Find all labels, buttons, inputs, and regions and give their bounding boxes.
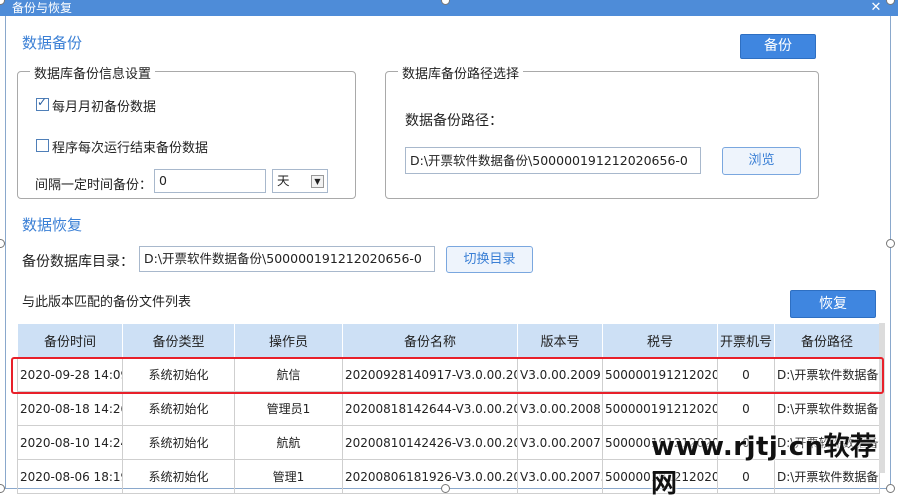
table-cell: 系统初始化 bbox=[122, 391, 235, 426]
column-header[interactable]: 版本号 bbox=[517, 323, 603, 358]
table-cell: V3.0.00.200716 bbox=[517, 425, 603, 460]
switch-directory-button[interactable]: 切换目录 bbox=[446, 246, 533, 273]
column-header[interactable]: 备份类型 bbox=[122, 323, 235, 358]
table-cell: V3.0.00.200915 bbox=[517, 357, 603, 392]
close-icon[interactable]: ✕ bbox=[868, 0, 884, 16]
restore-button[interactable]: 恢复 bbox=[790, 290, 876, 318]
table-cell: 航航 bbox=[234, 425, 343, 460]
backup-path-label: 数据备份路径： bbox=[405, 113, 503, 129]
exit-backup-label: 程序每次运行结束备份数据 bbox=[52, 141, 209, 156]
table-cell: 20200806181926-V3.0.00.200731-F bbox=[342, 459, 518, 494]
table-cell: 0 bbox=[717, 391, 775, 426]
table-cell: V3.0.00.200731 bbox=[517, 459, 603, 494]
table-cell: 2020-09-28 14:09:17 bbox=[17, 357, 123, 392]
table-cell: 系统初始化 bbox=[122, 425, 235, 460]
browse-button[interactable]: 浏览 bbox=[722, 147, 801, 175]
table-header-row: 备份时间 备份类型 操作员 备份名称 版本号 税号 开票机号 备份路径 bbox=[17, 323, 880, 358]
column-header[interactable]: 税号 bbox=[602, 323, 718, 358]
backup-path-input[interactable]: D:\开票软件数据备份\500000191212020656-0 bbox=[405, 147, 701, 174]
table-row[interactable]: 2020-08-18 14:26:44 系统初始化 管理员1 202008181… bbox=[17, 391, 880, 426]
resize-handle-middle-right[interactable] bbox=[886, 239, 895, 248]
table-cell: 航信 bbox=[234, 357, 343, 392]
table-cell: 500000191212020656 bbox=[602, 391, 718, 426]
backup-button[interactable]: 备份 bbox=[740, 34, 816, 59]
table-cell: D:\开票软件数据备份\ bbox=[774, 357, 880, 392]
backup-section-title: 数据备份 bbox=[22, 34, 83, 52]
column-header[interactable]: 操作员 bbox=[234, 323, 343, 358]
restore-dir-input[interactable]: D:\开票软件数据备份\500000191212020656-0 bbox=[139, 246, 435, 272]
monthly-backup-checkbox[interactable] bbox=[36, 95, 49, 111]
interval-unit-value: 天 bbox=[277, 173, 290, 188]
table-cell: 20200818142644-V3.0.00.200815-F bbox=[342, 391, 518, 426]
watermark-text: www.rjtj.cn软荐网 bbox=[651, 432, 877, 499]
column-header[interactable]: 备份名称 bbox=[342, 323, 518, 358]
column-header[interactable]: 备份时间 bbox=[17, 323, 123, 358]
backup-info-legend: 数据库备份信息设置 bbox=[30, 63, 156, 82]
table-cell: 20200928140917-V3.0.00.200915-F bbox=[342, 357, 518, 392]
table-cell: 管理1 bbox=[234, 459, 343, 494]
backup-path-group: 数据库备份路径选择 bbox=[385, 63, 819, 199]
backup-path-legend: 数据库备份路径选择 bbox=[398, 63, 524, 82]
table-cell: V3.0.00.200815 bbox=[517, 391, 603, 426]
table-cell: 2020-08-18 14:26:44 bbox=[17, 391, 123, 426]
chevron-down-icon: ▼ bbox=[311, 175, 324, 188]
interval-label: 间隔一定时间备份： bbox=[35, 178, 153, 193]
monthly-backup-label: 每月月初备份数据 bbox=[52, 100, 157, 115]
table-row[interactable]: 2020-09-28 14:09:17 系统初始化 航信 20200928140… bbox=[17, 357, 880, 392]
table-cell: 2020-08-06 18:19:26 bbox=[17, 459, 123, 494]
table-cell: 管理员1 bbox=[234, 391, 343, 426]
backup-list-title: 与此版本匹配的备份文件列表 bbox=[22, 295, 192, 310]
column-header[interactable]: 开票机号 bbox=[717, 323, 775, 358]
table-cell: 系统初始化 bbox=[122, 357, 235, 392]
table-cell: 0 bbox=[717, 357, 775, 392]
interval-unit-select[interactable]: 天 ▼ bbox=[272, 169, 328, 193]
table-cell: D:\开票软件数据备份\ bbox=[774, 391, 880, 426]
table-cell: 系统初始化 bbox=[122, 459, 235, 494]
table-cell: 500000191212020656 bbox=[602, 357, 718, 392]
interval-input[interactable]: 0 bbox=[154, 169, 266, 193]
restore-section-title: 数据恢复 bbox=[22, 216, 83, 234]
restore-dir-label: 备份数据库目录： bbox=[22, 254, 134, 270]
table-cell: 2020-08-10 14:24:26 bbox=[17, 425, 123, 460]
table-cell: 20200810142426-V3.0.00.200716-F bbox=[342, 425, 518, 460]
column-header[interactable]: 备份路径 bbox=[774, 323, 880, 358]
window-title: 备份与恢复 bbox=[12, 1, 73, 15]
exit-backup-checkbox[interactable] bbox=[36, 139, 49, 152]
